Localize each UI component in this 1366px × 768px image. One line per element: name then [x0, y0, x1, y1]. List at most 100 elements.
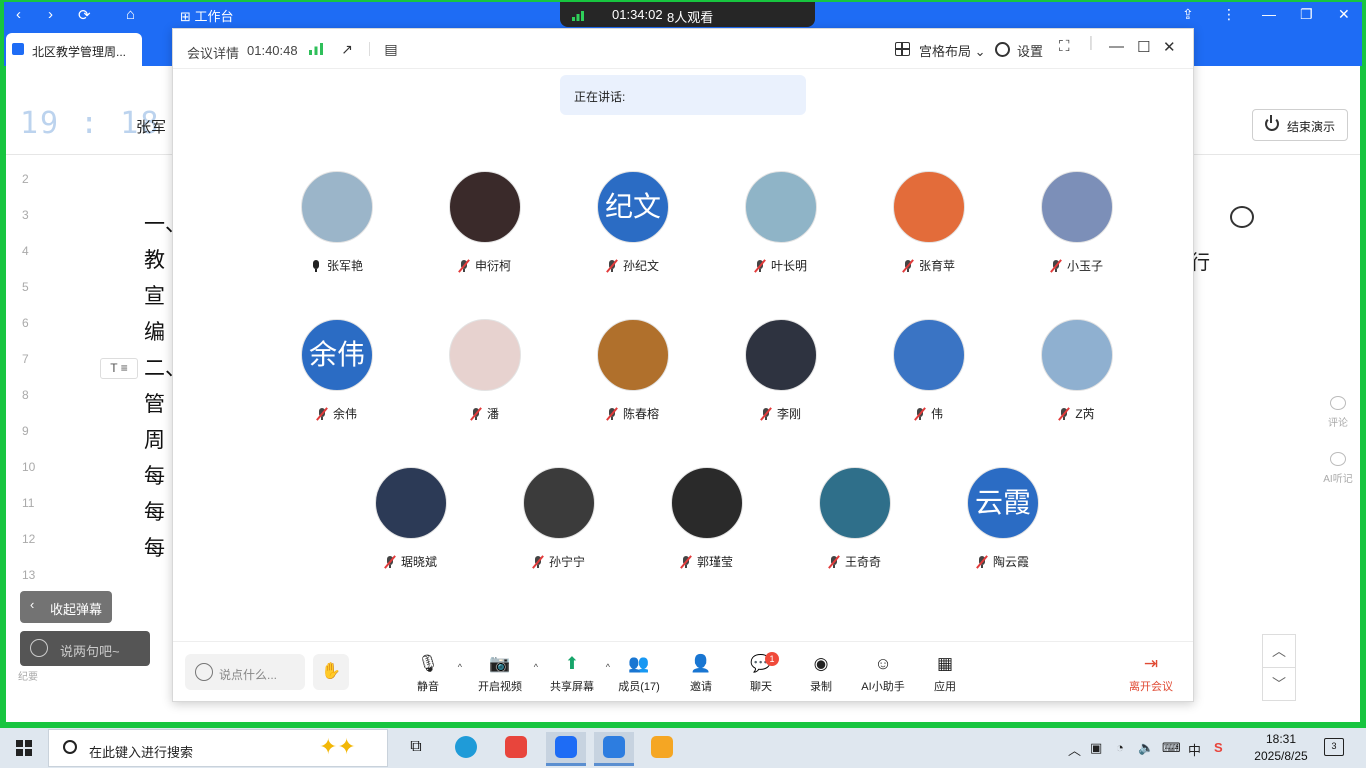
wifi-icon[interactable]: ◔ — [1116, 740, 1124, 755]
share-screen-button[interactable]: ⬆ 共享屏幕 ^ — [542, 654, 610, 694]
mute-button[interactable]: 🎙 静音 ^ — [398, 654, 462, 694]
mic-muted-icon — [760, 407, 772, 421]
ai-assistant-button[interactable]: ☺ AI小助手 — [853, 654, 913, 694]
participant-tile[interactable]: 伟 — [869, 319, 989, 429]
scroll-down-button[interactable]: ﹀ — [1262, 667, 1296, 701]
dingtalk-icon[interactable] — [546, 732, 586, 766]
tab-document[interactable]: 北区教学管理周... — [6, 33, 142, 66]
back-icon[interactable]: ‹ — [16, 6, 21, 23]
text-format-tool[interactable]: T ≡ — [100, 358, 138, 379]
security-icon[interactable]: ▣ — [1090, 740, 1102, 756]
scroll-up-button[interactable]: ︿ — [1262, 634, 1296, 668]
participant-tile[interactable]: 纪文 孙纪文 — [573, 171, 693, 281]
participant-tile[interactable]: 陈春榕 — [573, 319, 693, 429]
participant-tile[interactable]: 琚晓斌 — [351, 467, 471, 577]
side-ai-notes[interactable]: AI听记 — [1318, 452, 1358, 485]
microphone-icon — [311, 260, 321, 272]
robot-icon: ☺ — [874, 654, 892, 673]
participant-name: 余伟 — [277, 405, 397, 422]
edge-browser-icon[interactable] — [446, 732, 486, 766]
record-button[interactable]: ◉ 录制 — [791, 654, 851, 694]
raise-hand-button[interactable]: ✋ — [313, 654, 349, 690]
participant-tile[interactable]: 李刚 — [721, 319, 841, 429]
line-number: 3 — [22, 208, 29, 222]
avatar: 云霞 — [967, 467, 1039, 539]
collapse-danmu-button[interactable]: ‹ 收起弹幕 — [20, 591, 112, 623]
grid-icon: ⊞ — [180, 9, 191, 24]
refresh-icon[interactable]: ⟳ — [78, 6, 91, 24]
ime-indicator[interactable]: 中 — [1188, 740, 1201, 759]
participant-tile[interactable]: 云霞 陶云霞 — [943, 467, 1063, 577]
close-icon[interactable]: ✕ — [1338, 6, 1350, 23]
participant-tile[interactable]: 余伟 余伟 — [277, 319, 397, 429]
participant-name: 孙宁宁 — [499, 553, 619, 570]
participant-name: 陶云霞 — [943, 553, 1063, 570]
forward-icon[interactable]: › — [48, 6, 53, 23]
participant-tile[interactable]: 张育苹 — [869, 171, 989, 281]
task-view-icon[interactable]: ⧉ — [396, 732, 436, 766]
caret-up-icon[interactable]: ^ — [534, 662, 538, 672]
notification-icon[interactable]: 3 — [1324, 738, 1344, 756]
workspace-link[interactable]: ⊞ 工作台 — [180, 6, 234, 25]
home-icon[interactable]: ⌂ — [126, 6, 135, 23]
participant-name: 潘 — [425, 405, 545, 422]
participant-name: 孙纪文 — [573, 257, 693, 274]
participant-tile[interactable]: Z芮 — [1017, 319, 1137, 429]
viewer-count: 8人观看 — [667, 10, 714, 25]
notes-icon[interactable]: ▤ — [383, 41, 399, 57]
participant-tile[interactable]: 申衍柯 — [425, 171, 545, 281]
side-comment[interactable]: 评论 — [1318, 396, 1358, 429]
avatar — [301, 171, 373, 243]
avatar — [375, 467, 447, 539]
participant-tile[interactable]: 郭瑾莹 — [647, 467, 767, 577]
signal-icon — [572, 11, 584, 21]
members-button[interactable]: 👥 成员(17) — [609, 654, 669, 694]
comment-icon[interactable] — [1230, 206, 1254, 228]
camera-off-icon: 📷 — [489, 654, 511, 673]
video-button[interactable]: 📷 开启视频 ^ — [470, 654, 538, 694]
leave-meeting-button[interactable]: ⇥ 离开会议 — [1121, 654, 1181, 694]
keyboard-icon[interactable]: ⌨ — [1162, 740, 1181, 756]
external-link-icon[interactable]: ↗ — [339, 41, 355, 57]
windows-start-icon[interactable] — [16, 740, 32, 756]
sparkle-icon: ✦✦ — [319, 734, 356, 759]
chevron-up-icon[interactable]: ︿ — [1068, 740, 1081, 759]
taskbar-search[interactable]: 在此键入进行搜索 ✦✦ — [48, 729, 388, 767]
participant-name: 叶长明 — [721, 257, 841, 274]
maximize-icon[interactable]: ☐ — [1137, 38, 1150, 56]
live-timer: 01:34:02 — [612, 7, 663, 22]
wps-icon[interactable] — [496, 732, 536, 766]
fullscreen-icon[interactable]: ⛶ — [1059, 38, 1070, 55]
chat-input[interactable]: 说点什么... — [185, 654, 305, 690]
participant-name: 申衍柯 — [425, 257, 545, 274]
restore-icon[interactable]: ❐ — [1300, 6, 1313, 23]
meeting-details-link[interactable]: 会议详情 — [187, 43, 239, 62]
system-clock[interactable]: 18:31 2025/8/25 — [1250, 731, 1312, 765]
danmu-input[interactable]: 说两句吧~ — [20, 631, 150, 666]
share-out-icon[interactable]: ⇪ — [1182, 6, 1194, 23]
participant-tile[interactable]: 王奇奇 — [795, 467, 915, 577]
participant-tile[interactable]: 孙宁宁 — [499, 467, 619, 577]
participant-tile[interactable]: 小玉子 — [1017, 171, 1137, 281]
doc-line-text: 每 — [144, 537, 165, 560]
orange-app-icon[interactable] — [642, 732, 682, 766]
caret-up-icon[interactable]: ^ — [458, 662, 462, 672]
meeting-app-icon[interactable] — [594, 732, 634, 766]
participant-name: 伟 — [869, 405, 989, 422]
mic-muted-icon — [680, 555, 692, 569]
invite-button[interactable]: 👤 邀请 — [671, 654, 731, 694]
participant-tile[interactable]: 潘 — [425, 319, 545, 429]
minimize-icon[interactable]: — — [1109, 38, 1124, 55]
more-icon[interactable]: ⋮ — [1222, 6, 1236, 23]
participant-name: 王奇奇 — [795, 553, 915, 570]
chat-button[interactable]: 💬 聊天 1 — [731, 652, 791, 694]
participant-tile[interactable]: 叶长明 — [721, 171, 841, 281]
minimize-icon[interactable]: — — [1262, 6, 1276, 22]
volume-icon[interactable]: 🔈 — [1138, 740, 1154, 756]
line-number: 4 — [22, 244, 29, 258]
participant-tile[interactable]: 张军艳 — [277, 171, 397, 281]
end-presentation-button[interactable]: 结束演示 — [1252, 109, 1348, 141]
apps-button[interactable]: ▦ 应用 — [915, 654, 975, 694]
close-icon[interactable]: ✕ — [1163, 38, 1176, 56]
sogou-icon[interactable]: S — [1214, 740, 1223, 755]
